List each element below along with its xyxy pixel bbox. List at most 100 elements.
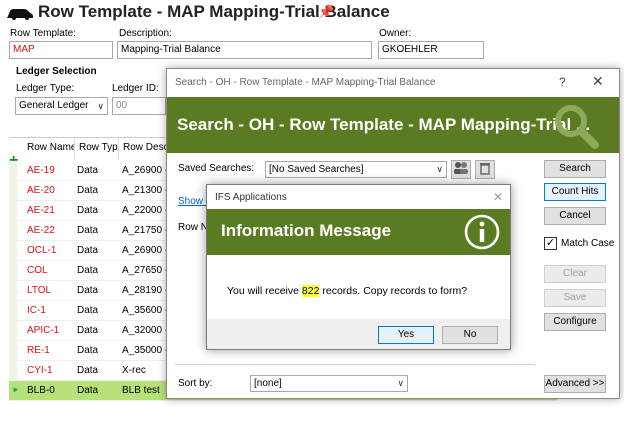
saved-searches-label: Saved Searches:	[178, 163, 255, 174]
ledger-id-label: Ledger ID:	[112, 83, 159, 94]
owner-field[interactable]: GKOEHLER	[378, 41, 484, 59]
search-icon	[555, 105, 599, 149]
row-name-cell: BLB-0	[27, 385, 55, 396]
advanced-button[interactable]: Advanced >>	[544, 375, 606, 393]
row-type-cell: Data	[77, 385, 99, 396]
row-type-cell: Data	[77, 325, 99, 336]
pin-icon[interactable]: 📌	[318, 4, 334, 20]
row-type-cell: Data	[77, 285, 99, 296]
sort-by-label: Sort by:	[178, 378, 213, 389]
column-header-row-name[interactable]: Row Name	[23, 138, 75, 160]
message-footer: Yes No	[207, 319, 510, 349]
search-banner-title: Search - OH - Row Template - MAP Mapping…	[177, 115, 591, 134]
row-marker	[9, 361, 17, 381]
row-name-cell: LTOL	[27, 285, 52, 296]
search-button[interactable]: Search	[544, 160, 606, 178]
row-marker	[9, 161, 17, 181]
description-field[interactable]: Mapping-Trial Balance	[117, 41, 372, 59]
current-row-arrow-icon: ►	[12, 385, 20, 394]
message-text-before: You will receive	[227, 285, 302, 297]
row-marker	[9, 281, 17, 301]
row-name-cell: COL	[27, 265, 48, 276]
row-desc-cell: BLB test	[122, 385, 160, 396]
row-marker	[9, 181, 17, 201]
search-dialog-title: Search - OH - Row Template - MAP Mapping…	[175, 77, 436, 88]
ledger-type-select[interactable]: General Ledger ∨	[15, 97, 108, 115]
row-marker	[9, 321, 17, 341]
clear-button[interactable]: Clear	[544, 265, 606, 283]
row-type-cell: Data	[77, 245, 99, 256]
row-marker	[9, 341, 17, 361]
column-header-row-desc[interactable]: Row Desc	[119, 138, 169, 160]
row-name-cell: RE-1	[27, 345, 50, 356]
row-name-cell: OCL-1	[27, 245, 57, 256]
match-case-checkbox[interactable]: ✓	[544, 237, 557, 250]
search-dialog-titlebar: Search - OH - Row Template - MAP Mapping…	[167, 69, 619, 97]
information-message-dialog: IFS Applications ✕ Information Message Y…	[206, 184, 511, 350]
page-title: Row Template - MAP Mapping-Trial Balance	[38, 2, 390, 21]
row-marker	[9, 221, 17, 241]
save-button[interactable]: Save	[544, 289, 606, 307]
row-desc-cell: A_21300 -	[122, 185, 169, 196]
row-type-cell: Data	[77, 165, 99, 176]
row-desc-cell: A_26900 -	[122, 245, 169, 256]
chevron-down-icon[interactable]: ∨	[397, 376, 404, 391]
message-banner-title: Information Message	[221, 221, 392, 240]
row-template-label: Row Template:	[10, 28, 76, 39]
row-name-cell: IC-1	[27, 305, 46, 316]
message-text: You will receive 822 records. Copy recor…	[227, 285, 467, 297]
row-template-field[interactable]: MAP	[9, 41, 113, 59]
ledger-selection-heading: Ledger Selection	[16, 66, 97, 77]
search-dialog-banner: Search - OH - Row Template - MAP Mapping…	[167, 97, 619, 153]
divider	[175, 364, 535, 365]
no-button[interactable]: No	[442, 326, 498, 344]
close-icon[interactable]: ✕	[493, 190, 503, 204]
ledger-type-value: General Ledger	[19, 100, 89, 111]
owner-label: Owner:	[379, 28, 412, 39]
row-desc-cell: X-rec	[122, 365, 146, 376]
row-type-cell: Data	[77, 205, 99, 216]
chevron-down-icon[interactable]: ∨	[97, 98, 104, 114]
chevron-down-icon[interactable]: ∨	[436, 162, 443, 177]
row-desc-cell: A_22000 -	[122, 205, 169, 216]
cancel-button[interactable]: Cancel	[544, 207, 606, 225]
row-name-cell: AE-20	[27, 185, 55, 196]
car-icon	[7, 9, 33, 20]
help-icon[interactable]: ?	[559, 75, 566, 89]
row-type-cell: Data	[77, 265, 99, 276]
row-type-cell: Data	[77, 305, 99, 316]
row-desc-cell: A_32000 -	[122, 325, 169, 336]
saved-searches-value: [No Saved Searches]	[269, 164, 364, 175]
row-name-cell: AE-22	[27, 225, 55, 236]
row-desc-cell: A_28190 -	[122, 285, 169, 296]
close-icon[interactable]: ✕	[592, 73, 604, 90]
row-desc-cell: A_26900 -	[122, 165, 169, 176]
configure-button[interactable]: Configure	[544, 313, 606, 331]
message-text-after: records. Copy records to form?	[319, 285, 468, 297]
info-icon	[464, 214, 500, 250]
yes-button[interactable]: Yes	[378, 326, 434, 344]
ledger-id-field[interactable]: 00	[112, 97, 166, 115]
row-type-cell: Data	[77, 365, 99, 376]
row-marker	[9, 201, 17, 221]
message-window-title: IFS Applications	[215, 192, 287, 203]
row-marker	[9, 301, 17, 321]
row-name-cell: CYI-1	[27, 365, 53, 376]
row-name-cell: AE-21	[27, 205, 55, 216]
row-desc-cell: A_35600 -	[122, 305, 169, 316]
manage-users-button[interactable]	[451, 160, 471, 179]
ledger-type-label: Ledger Type:	[16, 83, 75, 94]
sort-by-select[interactable]: [none] ∨	[250, 375, 408, 392]
row-desc-cell: A_27650 -	[122, 265, 169, 276]
description-label: Description:	[119, 28, 172, 39]
message-banner: Information Message	[207, 209, 510, 255]
row-marker	[9, 261, 17, 281]
column-header-row-type[interactable]: Row Type	[75, 138, 119, 160]
count-hits-button[interactable]: Count Hits	[544, 183, 606, 201]
match-case-label: Match Case	[561, 238, 615, 249]
sort-by-value: [none]	[254, 378, 282, 389]
delete-search-button[interactable]	[475, 160, 495, 179]
row-name-cell: APIC-1	[27, 325, 60, 336]
saved-searches-select[interactable]: [No Saved Searches] ∨	[265, 161, 447, 178]
row-type-cell: Data	[77, 345, 99, 356]
